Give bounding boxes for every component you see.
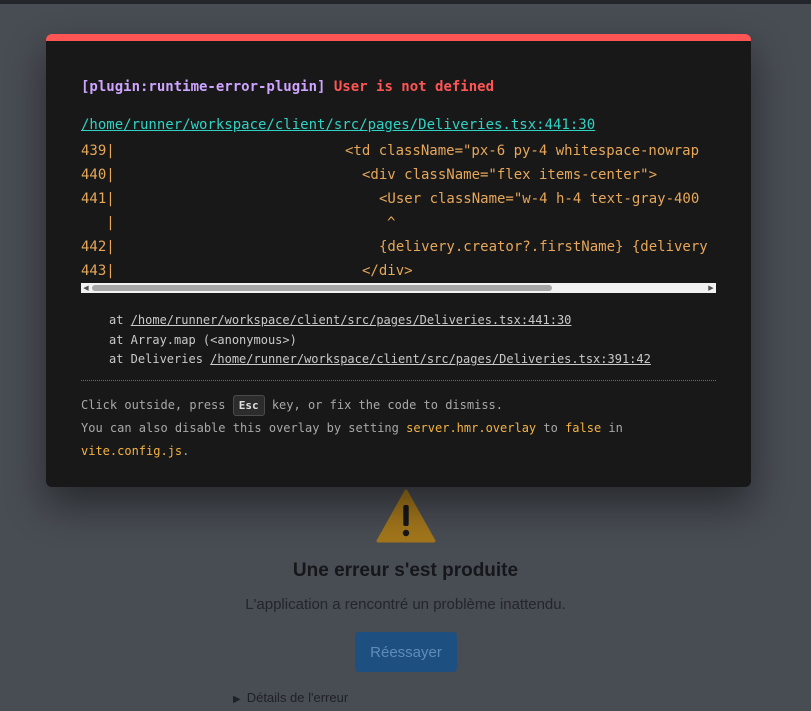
config-file: vite.config.js <box>81 444 183 458</box>
scrollbar-thumb[interactable] <box>92 285 552 291</box>
code-text: </div> <box>362 263 413 279</box>
code-text: {delivery.creator?.firstName} {delivery <box>379 239 708 255</box>
scroll-right-icon[interactable]: ▶ <box>706 283 716 293</box>
divider <box>81 380 716 381</box>
error-details-toggle[interactable]: ▶ Détails de l'erreur <box>233 690 348 705</box>
setting-value: false <box>565 421 602 435</box>
overlay-tip: Click outside, press Esc key, or fix the… <box>81 394 681 463</box>
error-file-link[interactable]: /home/runner/workspace/client/src/pages/… <box>81 117 595 133</box>
line-number: | <box>81 215 115 231</box>
line-number: 441| <box>81 191 115 207</box>
code-line: 439| <td className="px-6 py-4 whitespace-… <box>81 139 716 163</box>
plugin-name: [plugin:runtime-error-plugin] <box>81 79 326 95</box>
error-page-subtitle: L'application a rencontré un problème in… <box>245 596 566 613</box>
scroll-left-icon[interactable]: ◀ <box>81 283 91 293</box>
stack-frame: at Array.map (<anonymous>) <box>109 332 297 347</box>
code-line: 443| </div> <box>81 259 716 281</box>
code-frame[interactable]: 439| <td className="px-6 py-4 whitespace-… <box>81 139 716 281</box>
code-line: 442| {delivery.creator?.firstName} {deliv… <box>81 235 716 259</box>
error-message-line: [plugin:runtime-error-plugin] User is no… <box>81 79 494 95</box>
esc-key: Esc <box>232 395 265 416</box>
error-overlay-window: [plugin:runtime-error-plugin] User is no… <box>46 34 751 487</box>
stack-frame: at /home/runner/workspace/client/src/pag… <box>109 313 572 327</box>
horizontal-scrollbar[interactable]: ◀ ▶ <box>81 283 716 293</box>
code-text: <User className="w-4 h-4 text-gray-400 <box>379 191 700 207</box>
stack-frame: at Deliveries /home/runner/workspace/cli… <box>109 352 651 366</box>
line-number: 442| <box>81 239 115 255</box>
disclosure-triangle-icon: ▶ <box>233 694 241 705</box>
warning-triangle-icon <box>376 489 436 543</box>
line-number: 443| <box>81 263 115 279</box>
stack-trace: at /home/runner/workspace/client/src/pag… <box>109 311 651 370</box>
stack-frame-link[interactable]: /home/runner/workspace/client/src/pages/… <box>210 352 651 366</box>
setting-name: server.hmr.overlay <box>406 421 537 435</box>
error-details-label: Détails de l'erreur <box>246 690 349 705</box>
stack-frame-link[interactable]: /home/runner/workspace/client/src/pages/… <box>131 313 572 327</box>
error-page-title: Une erreur s'est produite <box>292 560 519 581</box>
code-line: 441| <User className="w-4 h-4 text-gray-4… <box>81 187 716 211</box>
line-number: 439| <box>81 143 115 159</box>
code-line: 440| <div className="flex items-center"> <box>81 163 716 187</box>
code-text: <div className="flex items-center"> <box>362 167 658 183</box>
retry-button[interactable]: Réessayer <box>355 632 457 672</box>
error-message: User is not defined <box>333 79 495 95</box>
error-caret: ^ <box>387 215 396 231</box>
line-number: 440| <box>81 167 115 183</box>
code-text: <td className="px-6 py-4 whitespace-nowr… <box>345 143 700 159</box>
code-line: | ^ <box>81 211 716 235</box>
